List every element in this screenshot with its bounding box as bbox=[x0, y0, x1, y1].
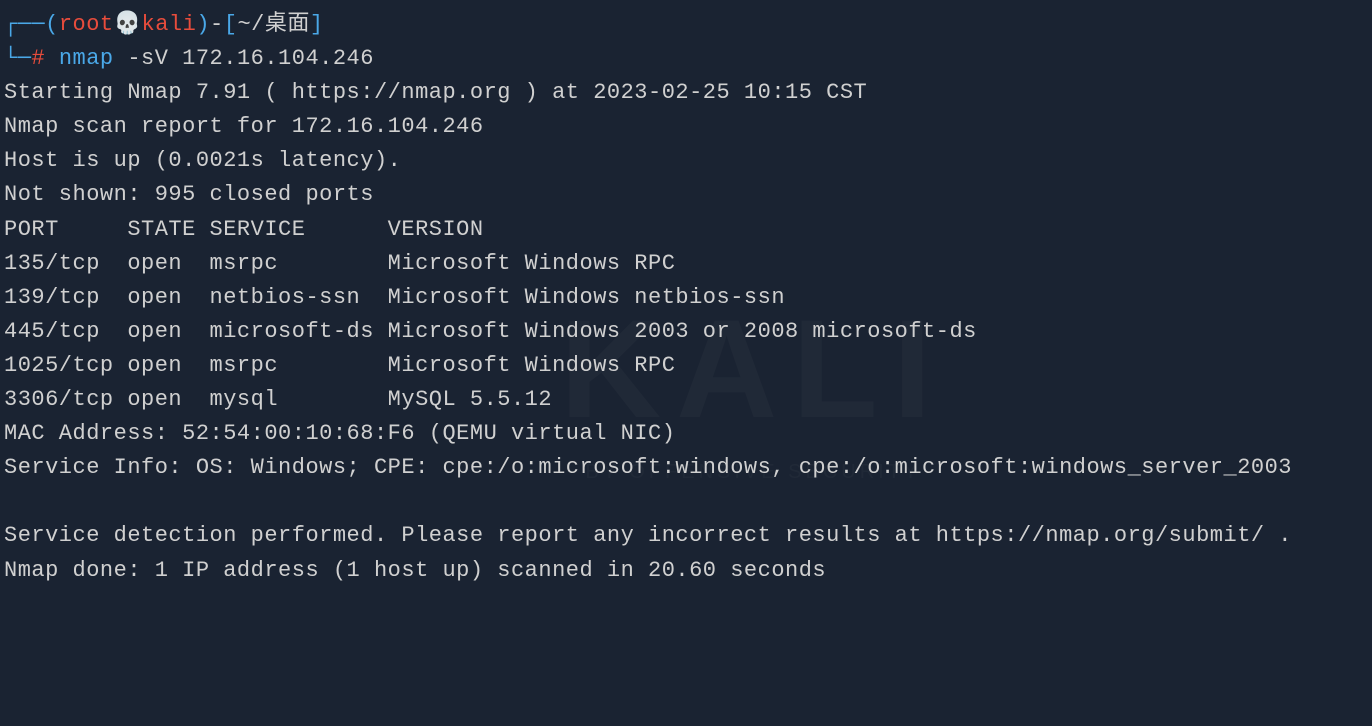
skull-icon: 💀 bbox=[114, 8, 142, 42]
terminal-output[interactable]: ┌──(root💀kali)-[~/桌面] └─# nmap -sV 172.1… bbox=[4, 8, 1368, 588]
table-row: 3306/tcp open mysql MySQL 5.5.12 bbox=[4, 383, 1368, 417]
command-args: -sV 172.16.104.246 bbox=[114, 46, 374, 71]
table-row: 445/tcp open microsoft-ds Microsoft Wind… bbox=[4, 315, 1368, 349]
output-mac: MAC Address: 52:54:00:10:68:F6 (QEMU vir… bbox=[4, 417, 1368, 451]
output-starting: Starting Nmap 7.91 ( https://nmap.org ) … bbox=[4, 76, 1368, 110]
prompt-hash: # bbox=[31, 46, 45, 71]
output-host-up: Host is up (0.0021s latency). bbox=[4, 144, 1368, 178]
output-blank bbox=[4, 485, 1368, 519]
port-table-header: PORT STATE SERVICE VERSION bbox=[4, 213, 1368, 247]
table-row: 135/tcp open msrpc Microsoft Windows RPC bbox=[4, 247, 1368, 281]
table-row: 139/tcp open netbios-ssn Microsoft Windo… bbox=[4, 281, 1368, 315]
prompt-line-1: ┌──(root💀kali)-[~/桌面] bbox=[4, 8, 1368, 42]
branch-bottom-icon: └─ bbox=[4, 46, 31, 71]
branch-top-icon: ┌── bbox=[4, 12, 45, 37]
command-line[interactable]: └─# nmap -sV 172.16.104.246 bbox=[4, 42, 1368, 76]
prompt-user: root bbox=[59, 12, 114, 37]
output-service-info: Service Info: OS: Windows; CPE: cpe:/o:m… bbox=[4, 451, 1368, 485]
output-detection: Service detection performed. Please repo… bbox=[4, 519, 1368, 553]
output-done: Nmap done: 1 IP address (1 host up) scan… bbox=[4, 554, 1368, 588]
command-nmap: nmap bbox=[59, 46, 114, 71]
output-scan-report: Nmap scan report for 172.16.104.246 bbox=[4, 110, 1368, 144]
table-row: 1025/tcp open msrpc Microsoft Windows RP… bbox=[4, 349, 1368, 383]
prompt-path: ~/桌面 bbox=[237, 12, 309, 37]
output-not-shown: Not shown: 995 closed ports bbox=[4, 178, 1368, 212]
prompt-host: kali bbox=[142, 12, 197, 37]
